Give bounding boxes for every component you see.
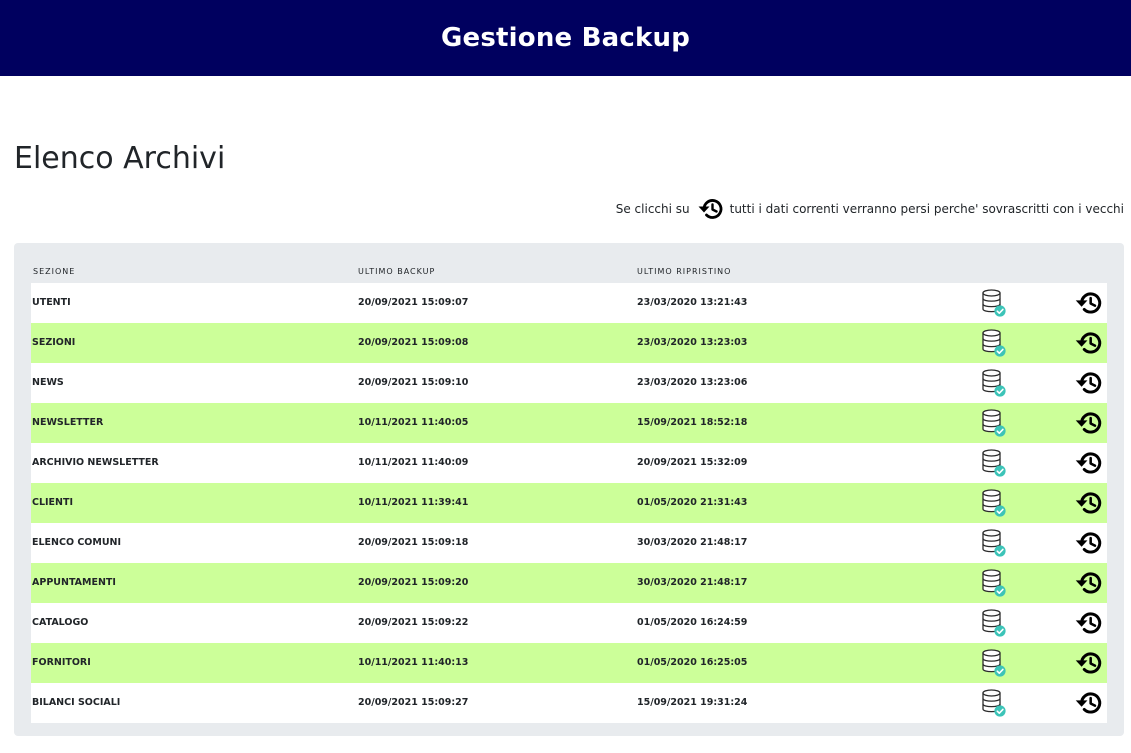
last-backup-date: 20/09/2021 15:09:22 xyxy=(358,617,469,628)
column-header-last-backup: ULTIMO BACKUP xyxy=(358,267,436,276)
restore-warning-notice: Se clicchi su tutti i dati correnti verr… xyxy=(616,196,1124,222)
restore-history-icon[interactable] xyxy=(1071,485,1105,521)
restore-history-icon[interactable] xyxy=(1071,405,1105,441)
database-check-icon[interactable] xyxy=(977,565,1011,601)
table-row: APPUNTAMENTI 20/09/2021 15:09:20 30/03/2… xyxy=(31,563,1107,603)
section-name: CATALOGO xyxy=(32,617,89,628)
section-name: NEWSLETTER xyxy=(32,417,104,428)
last-restore-date: 30/03/2020 21:48:17 xyxy=(637,577,748,588)
section-name: NEWS xyxy=(32,377,64,388)
table-row: SEZIONI 20/09/2021 15:09:08 23/03/2020 1… xyxy=(31,323,1107,363)
section-name: SEZIONI xyxy=(32,337,76,348)
page-title: Elenco Archivi xyxy=(14,141,226,176)
database-check-icon[interactable] xyxy=(977,525,1011,561)
section-name: FORNITORI xyxy=(32,657,91,668)
table-row: NEWS 20/09/2021 15:09:10 23/03/2020 13:2… xyxy=(31,363,1107,403)
top-header-bar: Gestione Backup xyxy=(0,0,1131,76)
section-name: BILANCI SOCIALI xyxy=(32,697,121,708)
restore-history-icon[interactable] xyxy=(1071,565,1105,601)
database-check-icon[interactable] xyxy=(977,645,1011,681)
restore-history-icon[interactable] xyxy=(1071,685,1105,721)
last-restore-date: 15/09/2021 18:52:18 xyxy=(637,417,748,428)
restore-history-icon[interactable] xyxy=(1071,285,1105,321)
last-restore-date: 20/09/2021 15:32:09 xyxy=(637,457,748,468)
restore-history-icon[interactable] xyxy=(1071,445,1105,481)
table-row: ELENCO COMUNI 20/09/2021 15:09:18 30/03/… xyxy=(31,523,1107,563)
restore-history-icon[interactable] xyxy=(1071,325,1105,361)
notice-text-after: tutti i dati correnti verranno persi per… xyxy=(729,202,1124,216)
database-check-icon[interactable] xyxy=(977,685,1011,721)
notice-text-before: Se clicchi su xyxy=(615,202,690,216)
section-name: ARCHIVIO NEWSLETTER xyxy=(32,457,159,468)
last-restore-date: 23/03/2020 13:21:43 xyxy=(637,297,748,308)
app-title: Gestione Backup xyxy=(440,23,691,53)
last-restore-date: 01/05/2020 21:31:43 xyxy=(637,497,748,508)
last-backup-date: 10/11/2021 11:39:41 xyxy=(358,497,469,508)
last-restore-date: 23/03/2020 13:23:03 xyxy=(637,337,748,348)
last-restore-date: 30/03/2020 21:48:17 xyxy=(637,537,748,548)
table-row: ARCHIVIO NEWSLETTER 10/11/2021 11:40:09 … xyxy=(31,443,1107,483)
table-row: CATALOGO 20/09/2021 15:09:22 01/05/2020 … xyxy=(31,603,1107,643)
table-header: SEZIONE ULTIMO BACKUP ULTIMO RIPRISTINO xyxy=(31,261,1107,283)
database-check-icon[interactable] xyxy=(977,485,1011,521)
restore-history-icon[interactable] xyxy=(1071,605,1105,641)
last-backup-date: 20/09/2021 15:09:10 xyxy=(358,377,469,388)
restore-history-icon[interactable] xyxy=(1071,365,1105,401)
section-name: APPUNTAMENTI xyxy=(32,577,116,588)
last-backup-date: 20/09/2021 15:09:08 xyxy=(358,337,469,348)
database-check-icon[interactable] xyxy=(977,325,1011,361)
section-name: UTENTI xyxy=(32,297,71,308)
table-row: FORNITORI 10/11/2021 11:40:13 01/05/2020… xyxy=(31,643,1107,683)
table-row: CLIENTI 10/11/2021 11:39:41 01/05/2020 2… xyxy=(31,483,1107,523)
last-backup-date: 10/11/2021 11:40:05 xyxy=(358,417,469,428)
restore-history-icon[interactable] xyxy=(1071,525,1105,561)
database-check-icon[interactable] xyxy=(977,365,1011,401)
last-restore-date: 01/05/2020 16:24:59 xyxy=(637,617,748,628)
table-row: NEWSLETTER 10/11/2021 11:40:05 15/09/202… xyxy=(31,403,1107,443)
restore-history-icon[interactable] xyxy=(1071,645,1105,681)
table-row: UTENTI 20/09/2021 15:09:07 23/03/2020 13… xyxy=(31,283,1107,323)
last-backup-date: 20/09/2021 15:09:07 xyxy=(358,297,469,308)
last-backup-date: 20/09/2021 15:09:18 xyxy=(358,537,469,548)
archives-panel: SEZIONE ULTIMO BACKUP ULTIMO RIPRISTINO … xyxy=(14,243,1124,736)
database-check-icon[interactable] xyxy=(977,605,1011,641)
column-header-section: SEZIONE xyxy=(33,267,76,276)
column-header-last-restore: ULTIMO RIPRISTINO xyxy=(637,267,732,276)
section-name: ELENCO COMUNI xyxy=(32,537,122,548)
restore-history-icon xyxy=(695,196,725,222)
database-check-icon[interactable] xyxy=(977,445,1011,481)
last-backup-date: 10/11/2021 11:40:13 xyxy=(358,657,469,668)
section-name: CLIENTI xyxy=(32,497,74,508)
last-backup-date: 20/09/2021 15:09:27 xyxy=(358,697,469,708)
last-backup-date: 10/11/2021 11:40:09 xyxy=(358,457,469,468)
database-check-icon[interactable] xyxy=(977,285,1011,321)
table-row: BILANCI SOCIALI 20/09/2021 15:09:27 15/0… xyxy=(31,683,1107,723)
last-restore-date: 15/09/2021 19:31:24 xyxy=(637,697,748,708)
archives-table-body: UTENTI 20/09/2021 15:09:07 23/03/2020 13… xyxy=(31,283,1107,723)
last-restore-date: 23/03/2020 13:23:06 xyxy=(637,377,748,388)
last-backup-date: 20/09/2021 15:09:20 xyxy=(358,577,469,588)
last-restore-date: 01/05/2020 16:25:05 xyxy=(637,657,748,668)
database-check-icon[interactable] xyxy=(977,405,1011,441)
